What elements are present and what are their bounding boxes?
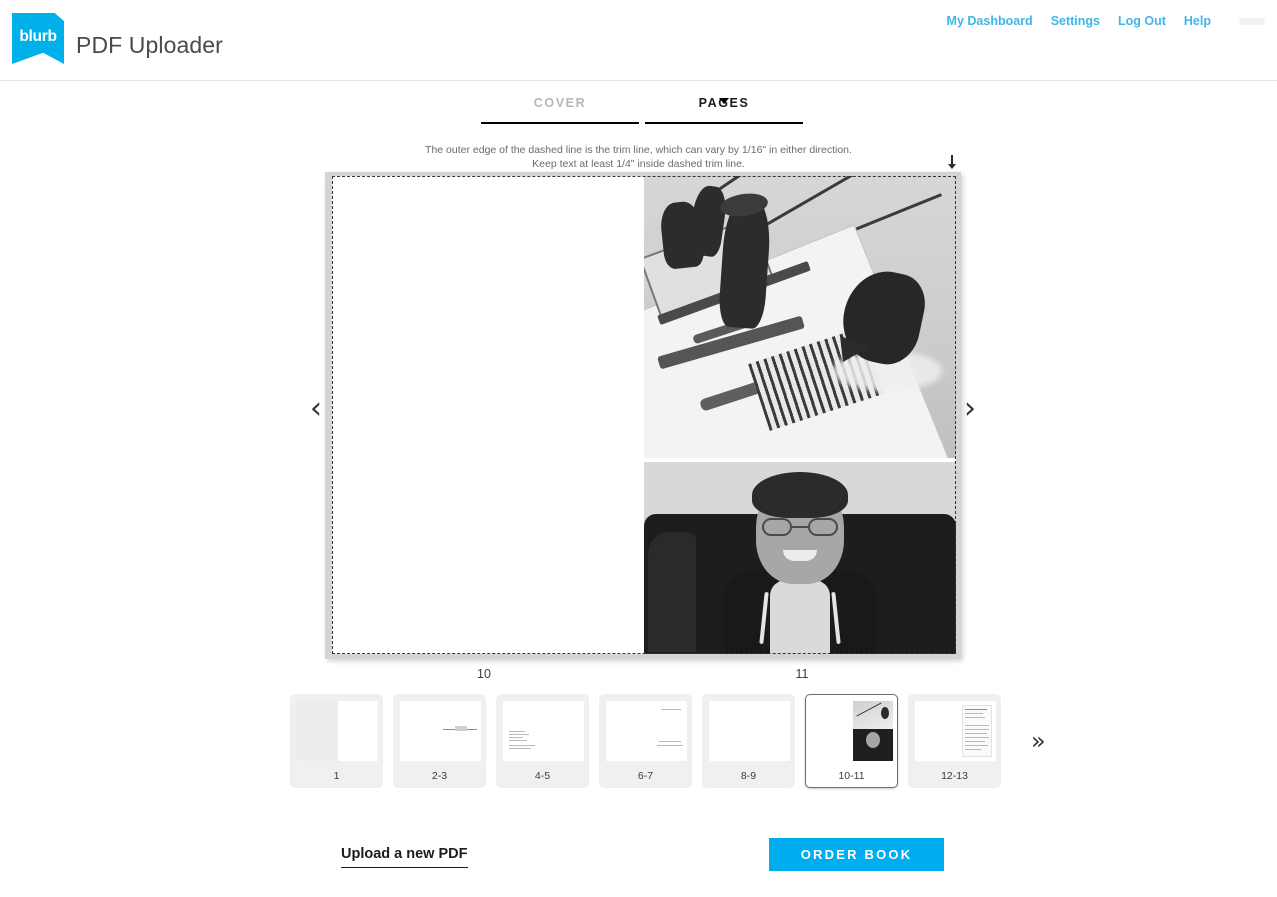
app-header: blurb PDF Uploader My Dashboard Settings…: [0, 0, 1277, 81]
trim-instructions: The outer edge of the dashed line is the…: [0, 143, 1277, 171]
thumbnail-label: 6-7: [637, 770, 654, 782]
view-tabs: COVER PAGES: [481, 96, 803, 128]
order-book-button[interactable]: ORDER BOOK: [769, 838, 944, 871]
more-thumbnails-icon[interactable]: »: [1031, 729, 1046, 753]
nav-placeholder-bar: [1239, 17, 1265, 25]
thumbnail-label: 12-13: [941, 770, 968, 782]
top-nav: My Dashboard Settings Log Out Help: [938, 14, 1277, 28]
tab-active-caret-icon: [719, 98, 729, 104]
thumbnail-2-3[interactable]: 2-3: [393, 694, 486, 788]
trim-instructions-line-1: The outer edge of the dashed line is the…: [425, 144, 852, 156]
tab-pages[interactable]: PAGES: [645, 96, 803, 124]
page-numbers: 10 11: [325, 667, 961, 681]
spread-pages: [332, 176, 956, 654]
thumbnail-1[interactable]: 1: [290, 694, 383, 788]
logo-wordmark: blurb: [19, 28, 57, 45]
thumbnail-label: 2-3: [431, 770, 448, 782]
tab-cover-underline: [481, 122, 639, 124]
page-number-right: 11: [795, 667, 809, 681]
trim-instructions-line-2: Keep text at least 1/4" inside dashed tr…: [532, 158, 745, 170]
thumbnail-label: 1: [333, 770, 340, 782]
thumbnail-6-7[interactable]: 6-7: [599, 694, 692, 788]
photo-fishing-boat: [644, 176, 956, 458]
preview-page-right: [644, 176, 956, 654]
logo-flag-shape: blurb: [12, 13, 64, 64]
tab-cover-label: COVER: [533, 96, 587, 110]
upload-new-pdf-link[interactable]: Upload a new PDF: [341, 846, 468, 868]
tab-cover[interactable]: COVER: [481, 96, 639, 124]
thumbnail-4-5[interactable]: 4-5: [496, 694, 589, 788]
page-title: PDF Uploader: [76, 32, 223, 58]
page-number-left: 10: [477, 667, 491, 681]
nav-link-settings[interactable]: Settings: [1042, 14, 1109, 28]
down-arrow-icon: [948, 155, 956, 169]
previous-spread-button[interactable]: ‹: [302, 394, 330, 426]
preview-page-left: [332, 176, 644, 654]
photo-portrait: [644, 462, 956, 654]
tab-pages-underline: [645, 98, 803, 124]
thumbnail-label: 4-5: [534, 770, 551, 782]
blurb-logo[interactable]: blurb: [12, 13, 64, 64]
thumbnail-12-13[interactable]: 12-13: [908, 694, 1001, 788]
thumbnail-label: 8-9: [740, 770, 757, 782]
thumbnail-10-11[interactable]: 10-11: [805, 694, 898, 788]
thumbnail-8-9[interactable]: 8-9: [702, 694, 795, 788]
nav-link-my-dashboard[interactable]: My Dashboard: [938, 14, 1042, 28]
thumbnail-label: 10-11: [838, 770, 865, 782]
nav-link-help[interactable]: Help: [1175, 14, 1220, 28]
nav-link-log-out[interactable]: Log Out: [1109, 14, 1175, 28]
next-spread-button[interactable]: ›: [956, 394, 984, 426]
thumbnail-strip: 1 2-3 4-5 6-7 8-9 10-11 12-13 »: [290, 694, 1046, 788]
page-spread-preview: [325, 172, 961, 659]
